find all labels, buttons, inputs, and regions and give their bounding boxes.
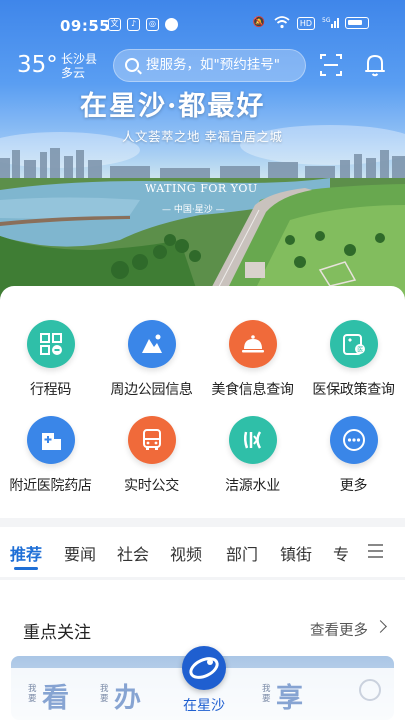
service-label: 附近医院药店 xyxy=(9,478,92,494)
xingsha-logo-icon xyxy=(182,646,226,690)
tab-departments[interactable]: 部门 xyxy=(226,541,258,565)
banner-subtitle: 人文荟萃之地 幸福宜居之城 xyxy=(122,129,283,144)
nav-center-label: 在星沙 xyxy=(183,698,225,714)
status-app-icons: 文 ♪ ◎ xyxy=(108,18,178,31)
nav-small-label: 我要 xyxy=(100,684,109,704)
baidu-app-icon: ◎ xyxy=(146,18,159,31)
tab-headlines[interactable]: 要闻 xyxy=(64,541,96,565)
service-label: 行程码 xyxy=(29,382,72,398)
service-realtime-bus[interactable]: 实时公交 xyxy=(101,416,202,495)
wechat-app-icon xyxy=(165,18,178,31)
search-input[interactable]: 搜服务，如"预约挂号" xyxy=(113,49,306,82)
weather-condition: 多云 xyxy=(61,66,86,80)
service-grid: 行程码 周边公园信息 美食信息查询 医 医保政策查询 附近医院药店 实时公交 洁… xyxy=(0,286,405,518)
battery-icon xyxy=(345,17,369,29)
bus-icon xyxy=(127,416,176,464)
news-tab-bar: 推荐 要闻 社会 视频 部门 镇街 专 xyxy=(0,527,405,577)
city-landscape-image xyxy=(0,125,405,300)
service-travel-code[interactable]: 行程码 xyxy=(0,320,101,399)
notification-bell-icon[interactable] xyxy=(363,52,387,78)
nav-small-label: 我要 xyxy=(28,684,37,704)
active-tab-indicator xyxy=(14,567,38,570)
section-title: 重点关注 xyxy=(23,623,91,643)
hero-banner[interactable]: 09:55 文 ♪ ◎ 🔕 HD 5G 35° 长沙县 多云 搜服务，如"预约挂… xyxy=(0,0,405,300)
nav-big-label: 办 xyxy=(114,683,141,714)
view-more-link[interactable]: 查看更多 xyxy=(310,619,368,640)
tab-society[interactable]: 社会 xyxy=(117,541,149,565)
hd-badge: HD xyxy=(296,16,315,30)
service-label: 更多 xyxy=(339,478,368,494)
banner-slogan: 在星沙·都最好 xyxy=(80,91,266,122)
status-indicators: 🔕 HD 5G xyxy=(251,16,369,30)
mountain-icon xyxy=(127,320,176,368)
search-icon xyxy=(125,58,139,72)
svg-text:医: 医 xyxy=(357,347,363,354)
tiktok-app-icon: ♪ xyxy=(127,18,140,31)
status-time: 09:55 xyxy=(60,17,111,35)
service-label: 医保政策查询 xyxy=(312,382,395,398)
mute-icon: 🔕 xyxy=(252,17,266,28)
svg-text:5G: 5G xyxy=(322,17,331,24)
status-bar: 09:55 文 ♪ ◎ 🔕 HD 5G xyxy=(0,0,405,44)
service-water-utility[interactable]: 洁源水业 xyxy=(202,416,303,495)
scan-icon[interactable] xyxy=(319,52,343,78)
weather-location: 长沙县 多云 xyxy=(61,52,97,80)
nav-small-label: 我要 xyxy=(262,684,271,704)
service-medical-insurance[interactable]: 医 医保政策查询 xyxy=(303,320,404,399)
medical-card-icon: 医 xyxy=(329,320,378,368)
tab-recommend[interactable]: 推荐 xyxy=(10,541,42,565)
nav-big-label: 看 xyxy=(42,683,69,714)
water-icon xyxy=(228,416,277,464)
tab-special[interactable]: 专 xyxy=(333,541,349,565)
search-placeholder: 搜服务，如"预约挂号" xyxy=(146,57,280,73)
chevron-right-icon xyxy=(374,620,387,633)
translate-app-icon: 文 xyxy=(108,18,121,31)
wifi-icon xyxy=(274,16,290,30)
banner-watermark-en: WATING FOR YOU xyxy=(145,182,258,195)
weather-temperature: 35° xyxy=(17,52,58,78)
hospital-icon xyxy=(26,416,75,464)
nav-big-label: 享 xyxy=(276,683,303,714)
banner-watermark-cn: — 中国·星沙 — xyxy=(162,205,225,215)
service-label: 洁源水业 xyxy=(225,478,280,494)
weather-county: 长沙县 xyxy=(61,52,98,66)
tab-menu-icon[interactable] xyxy=(368,544,383,558)
service-label: 美食信息查询 xyxy=(211,382,294,398)
watermark-logo xyxy=(345,674,395,714)
service-nearby-hospital[interactable]: 附近医院药店 xyxy=(0,416,101,495)
service-more[interactable]: 更多 xyxy=(303,416,404,495)
nav-item-home[interactable]: 在星沙 xyxy=(178,646,230,715)
service-label: 周边公园信息 xyxy=(110,382,193,398)
service-park-info[interactable]: 周边公园信息 xyxy=(101,320,202,399)
signal-icon: 5G xyxy=(322,16,339,30)
tab-towns[interactable]: 镇街 xyxy=(280,541,312,565)
more-icon xyxy=(329,416,378,464)
service-food-info[interactable]: 美食信息查询 xyxy=(202,320,303,399)
qrcode-icon xyxy=(26,320,75,368)
service-label: 实时公交 xyxy=(124,478,179,494)
food-cover-icon xyxy=(228,320,277,368)
tab-video[interactable]: 视频 xyxy=(170,541,202,565)
